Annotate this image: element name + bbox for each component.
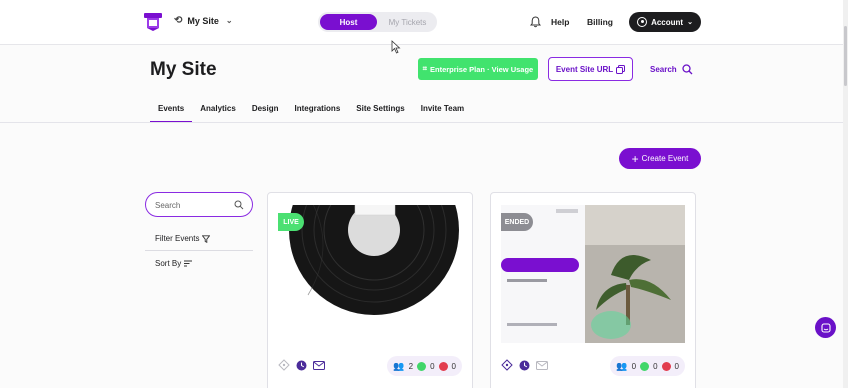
create-event-label: Create Event xyxy=(641,154,689,163)
search-icon[interactable] xyxy=(234,200,244,210)
chart-icon: ⌗ xyxy=(422,64,427,73)
event-search-field xyxy=(145,192,253,217)
search-icon xyxy=(682,64,693,75)
host-toggle[interactable]: Host xyxy=(320,14,377,30)
accepted-count: 0 xyxy=(430,361,435,371)
create-event-button[interactable]: + Create Event xyxy=(619,148,701,169)
mail-icon[interactable] xyxy=(313,360,325,371)
sort-label: Sort By xyxy=(155,259,182,268)
attendees-count: 0 xyxy=(631,361,637,371)
rejected-count: 0 xyxy=(674,361,679,371)
event-site-url-button[interactable]: Event Site URL xyxy=(548,57,633,81)
chat-launcher-button[interactable] xyxy=(815,317,836,338)
sort-by-button[interactable]: Sort By xyxy=(155,259,193,268)
card-actions xyxy=(501,359,548,371)
check-icon xyxy=(640,361,650,371)
chevron-down-icon: ⌄ xyxy=(225,16,233,25)
card-footer: 👥 0 0 0 xyxy=(501,355,685,377)
plan-label: Enterprise Plan · View Usage xyxy=(429,64,534,74)
tab-site-settings[interactable]: Site Settings xyxy=(356,104,404,123)
card-footer: 👥 2 0 0 xyxy=(278,355,462,377)
site-name: My Site xyxy=(187,15,219,26)
ended-badge: ENDED xyxy=(501,213,533,231)
ticket-icon[interactable] xyxy=(278,359,290,371)
tabs-divider xyxy=(0,122,843,123)
attendance-stats: 👥 0 0 0 xyxy=(610,356,685,376)
tab-analytics[interactable]: Analytics xyxy=(200,104,236,123)
user-icon xyxy=(637,17,648,27)
sidebar-divider xyxy=(145,250,253,251)
account-label: Account xyxy=(651,17,684,27)
vinyl-record-image xyxy=(278,205,462,343)
filter-label: Filter Events xyxy=(155,234,200,243)
chat-icon xyxy=(820,322,831,333)
x-icon xyxy=(661,361,671,371)
header-search[interactable]: Search xyxy=(650,64,693,75)
plan-usage-button[interactable]: ⌗ Enterprise Plan · View Usage xyxy=(418,58,538,80)
rejected-count: 0 xyxy=(451,361,456,371)
attendees-icon: 👥 xyxy=(616,360,628,371)
billing-link[interactable]: Billing xyxy=(587,17,613,27)
tab-bar: Events Analytics Design Integrations Sit… xyxy=(149,104,480,123)
clock-icon[interactable] xyxy=(519,360,530,371)
plus-icon: + xyxy=(631,151,639,166)
mail-icon[interactable] xyxy=(536,360,548,371)
x-icon xyxy=(438,361,448,371)
page-title: My Site xyxy=(150,59,217,80)
event-search-input[interactable] xyxy=(155,198,230,212)
role-toggle: Host My Tickets xyxy=(318,12,437,32)
event-thumbnail-image[interactable] xyxy=(278,205,462,343)
copy-icon xyxy=(616,64,626,74)
bell-icon[interactable] xyxy=(530,16,541,28)
tab-integrations[interactable]: Integrations xyxy=(294,104,340,123)
top-bar: ⟲ My Site ⌄ Host My Tickets Help Billing… xyxy=(0,0,848,45)
filter-events-button[interactable]: Filter Events xyxy=(155,234,211,243)
filter-icon xyxy=(202,234,211,243)
attendees-icon: 👥 xyxy=(393,360,405,371)
switch-icon: ⟲ xyxy=(174,15,183,26)
event-card[interactable]: LIVE 👥 2 0 0 xyxy=(267,192,473,388)
logo-icon[interactable] xyxy=(143,12,163,32)
attendees-count: 2 xyxy=(408,361,414,371)
url-label: Event Site URL xyxy=(555,64,614,74)
mouse-cursor-icon xyxy=(391,40,401,54)
tab-design[interactable]: Design xyxy=(252,104,279,123)
chevron-down-icon: ⌄ xyxy=(687,19,693,26)
sort-icon xyxy=(184,260,193,267)
ticket-icon[interactable] xyxy=(501,359,513,371)
accepted-count: 0 xyxy=(653,361,658,371)
account-button[interactable]: Account ⌄ xyxy=(629,12,701,32)
card-actions xyxy=(278,359,325,371)
tab-invite-team[interactable]: Invite Team xyxy=(421,104,464,123)
clock-icon[interactable] xyxy=(296,360,307,371)
check-icon xyxy=(417,361,427,371)
help-link[interactable]: Help xyxy=(551,17,569,27)
my-tickets-toggle[interactable]: My Tickets xyxy=(380,14,435,30)
search-label: Search xyxy=(650,65,677,74)
scrollbar-thumb[interactable] xyxy=(844,26,847,86)
attendance-stats: 👥 2 0 0 xyxy=(387,356,462,376)
site-switcher[interactable]: ⟲ My Site ⌄ xyxy=(174,15,233,26)
event-card[interactable]: ENDED 👥 0 0 0 xyxy=(490,192,696,388)
scrollbar[interactable] xyxy=(843,0,848,388)
live-badge: LIVE xyxy=(278,213,304,231)
tab-events[interactable]: Events xyxy=(149,104,193,123)
